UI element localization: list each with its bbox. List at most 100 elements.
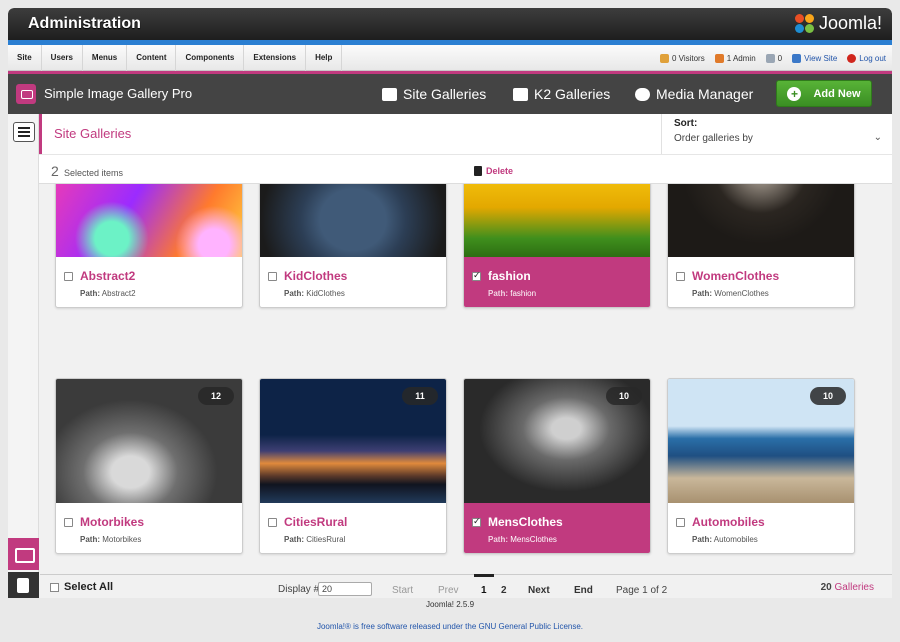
menu-users[interactable]: Users xyxy=(42,44,83,71)
gallery-path: Path: KidClothes xyxy=(284,289,345,298)
status-visitors[interactable]: 0 Visitors xyxy=(659,53,705,63)
gallery-info: MensClothes Path: MensClothes xyxy=(464,503,650,553)
display-label: Display # xyxy=(278,584,320,595)
add-new-button[interactable]: + Add New xyxy=(776,80,872,107)
status-admin[interactable]: 1 Admin xyxy=(714,53,756,63)
select-all-label[interactable]: Select All xyxy=(64,581,113,593)
delete-label: Delete xyxy=(486,166,514,176)
home-gallery-icon xyxy=(382,87,397,101)
gallery-info: KidClothes Path: KidClothes xyxy=(260,257,446,307)
gallery-checkbox[interactable] xyxy=(64,272,73,281)
site-galleries-link[interactable]: Site Galleries xyxy=(382,86,486,102)
admin-icon xyxy=(714,53,724,63)
gallery-card[interactable]: 10 fashion Path: fashion xyxy=(463,184,651,308)
selected-label: Selected items xyxy=(64,168,124,178)
gallery-thumbnail[interactable]: 11 xyxy=(260,379,446,503)
media-manager-link[interactable]: Media Manager xyxy=(635,86,753,102)
chevron-down-icon: ⌄ xyxy=(873,132,882,143)
view-site-link[interactable]: View Site xyxy=(792,53,837,63)
page-prev: Prev xyxy=(438,585,459,596)
gallery-checkbox[interactable] xyxy=(472,270,481,281)
app-toolbar: Simple Image Gallery Pro Site Galleries … xyxy=(8,74,892,114)
pagination-bar: Select All Display # 20 Start Prev 1 2 N… xyxy=(40,574,892,598)
page-end[interactable]: End xyxy=(574,585,593,596)
gallery-checkbox[interactable] xyxy=(472,516,481,527)
selection-bar: 2 Selected items Delete xyxy=(39,154,892,184)
menu-menus[interactable]: Menus xyxy=(83,44,128,71)
gallery-thumbnail[interactable]: 10 xyxy=(668,379,854,503)
path-value: Motorbikes xyxy=(102,535,142,544)
gallery-path: Path: MensClothes xyxy=(488,535,557,544)
gallery-info: WomenClothes Path: WomenClothes xyxy=(668,257,854,307)
menu-content[interactable]: Content xyxy=(127,44,177,71)
page-next[interactable]: Next xyxy=(528,585,550,596)
gallery-thumbnail[interactable]: 11 xyxy=(668,184,854,257)
gallery-card[interactable]: 10 Abstract2 Path: Abstract2 xyxy=(55,184,243,308)
page-start: Start xyxy=(392,585,414,596)
gallery-checkbox[interactable] xyxy=(676,272,685,281)
gallery-path: Path: WomenClothes xyxy=(692,289,769,298)
gallery-path: Path: Automobiles xyxy=(692,535,758,544)
sort-select[interactable]: Sort: Order galleries by ⌄ xyxy=(661,114,892,154)
menu-components[interactable]: Components xyxy=(176,44,245,71)
gallery-name[interactable]: Automobiles xyxy=(692,515,765,529)
gallery-name[interactable]: Abstract2 xyxy=(80,269,135,283)
gallery-name[interactable]: CitiesRural xyxy=(284,515,347,529)
k2-gallery-icon xyxy=(513,87,528,101)
gallery-thumbnail[interactable]: 10 xyxy=(464,184,650,257)
gallery-info: Automobiles Path: Automobiles xyxy=(668,503,854,553)
gallery-checkbox[interactable] xyxy=(268,272,277,281)
delete-button[interactable]: Delete xyxy=(474,166,513,176)
gallery-checkbox[interactable] xyxy=(676,518,685,527)
rail-user-icon[interactable] xyxy=(8,572,39,598)
gallery-name[interactable]: MensClothes xyxy=(488,515,563,529)
license-text[interactable]: Joomla!® is free software released under… xyxy=(0,622,900,631)
app-title: Simple Image Gallery Pro xyxy=(44,86,193,101)
gallery-thumbnail[interactable]: 10 xyxy=(464,379,650,503)
visitors-icon xyxy=(659,53,669,63)
plus-icon: + xyxy=(787,86,802,101)
section-accent xyxy=(39,114,42,154)
view-site-icon xyxy=(792,53,802,63)
menu-toggle-button[interactable] xyxy=(13,122,35,142)
gallery-card[interactable]: 10 MensClothes Path: MensClothes xyxy=(463,378,651,554)
joomla-logo[interactable]: Joomla! xyxy=(794,13,882,34)
gallery-card[interactable]: 10 Automobiles Path: Automobiles xyxy=(667,378,855,554)
path-label: Path: xyxy=(488,535,508,544)
logout-link[interactable]: Log out xyxy=(847,53,886,63)
menu-help[interactable]: Help xyxy=(306,44,343,71)
gallery-card[interactable]: 11 CitiesRural Path: CitiesRural xyxy=(259,378,447,554)
gallery-name[interactable]: fashion xyxy=(488,269,531,283)
display-select[interactable]: 20 xyxy=(318,582,372,596)
rail-image-icon[interactable] xyxy=(8,538,39,570)
gallery-card[interactable]: 12 Motorbikes Path: Motorbikes xyxy=(55,378,243,554)
gallery-name[interactable]: WomenClothes xyxy=(692,269,779,283)
gallery-checkbox[interactable] xyxy=(64,518,73,527)
admin-label: 1 Admin xyxy=(726,53,756,63)
gallery-card[interactable]: 11 WomenClothes Path: WomenClothes xyxy=(667,184,855,308)
gallery-name[interactable]: KidClothes xyxy=(284,269,347,283)
image-count-badge: 12 xyxy=(198,387,234,405)
gallery-thumbnail[interactable]: 12 xyxy=(56,379,242,503)
gallery-name[interactable]: Motorbikes xyxy=(80,515,144,529)
menu-extensions[interactable]: Extensions xyxy=(244,44,307,71)
select-all-checkbox[interactable] xyxy=(50,583,59,592)
gallery-path: Path: Motorbikes xyxy=(80,535,141,544)
menu-site[interactable]: Site xyxy=(8,44,42,71)
path-value: Automobiles xyxy=(713,535,758,544)
path-value: fashion xyxy=(510,289,537,298)
selected-count: 2 xyxy=(51,163,59,179)
status-messages[interactable]: 0 xyxy=(765,53,782,63)
page-2[interactable]: 2 xyxy=(501,585,507,596)
total-label[interactable]: Galleries xyxy=(835,582,874,593)
gallery-checkbox[interactable] xyxy=(268,518,277,527)
gallery-thumbnail[interactable]: 10 xyxy=(56,184,242,257)
admin-window: Administration Joomla! Site Users Menus … xyxy=(8,8,892,598)
k2-galleries-link[interactable]: K2 Galleries xyxy=(513,86,610,102)
display-value: 20 xyxy=(322,584,333,594)
path-label: Path: xyxy=(80,535,100,544)
gallery-card[interactable]: 11 KidClothes Path: KidClothes xyxy=(259,184,447,308)
gallery-thumbnail[interactable]: 11 xyxy=(260,184,446,257)
page-1[interactable]: 1 xyxy=(481,585,487,596)
gallery-info: Abstract2 Path: Abstract2 xyxy=(56,257,242,307)
